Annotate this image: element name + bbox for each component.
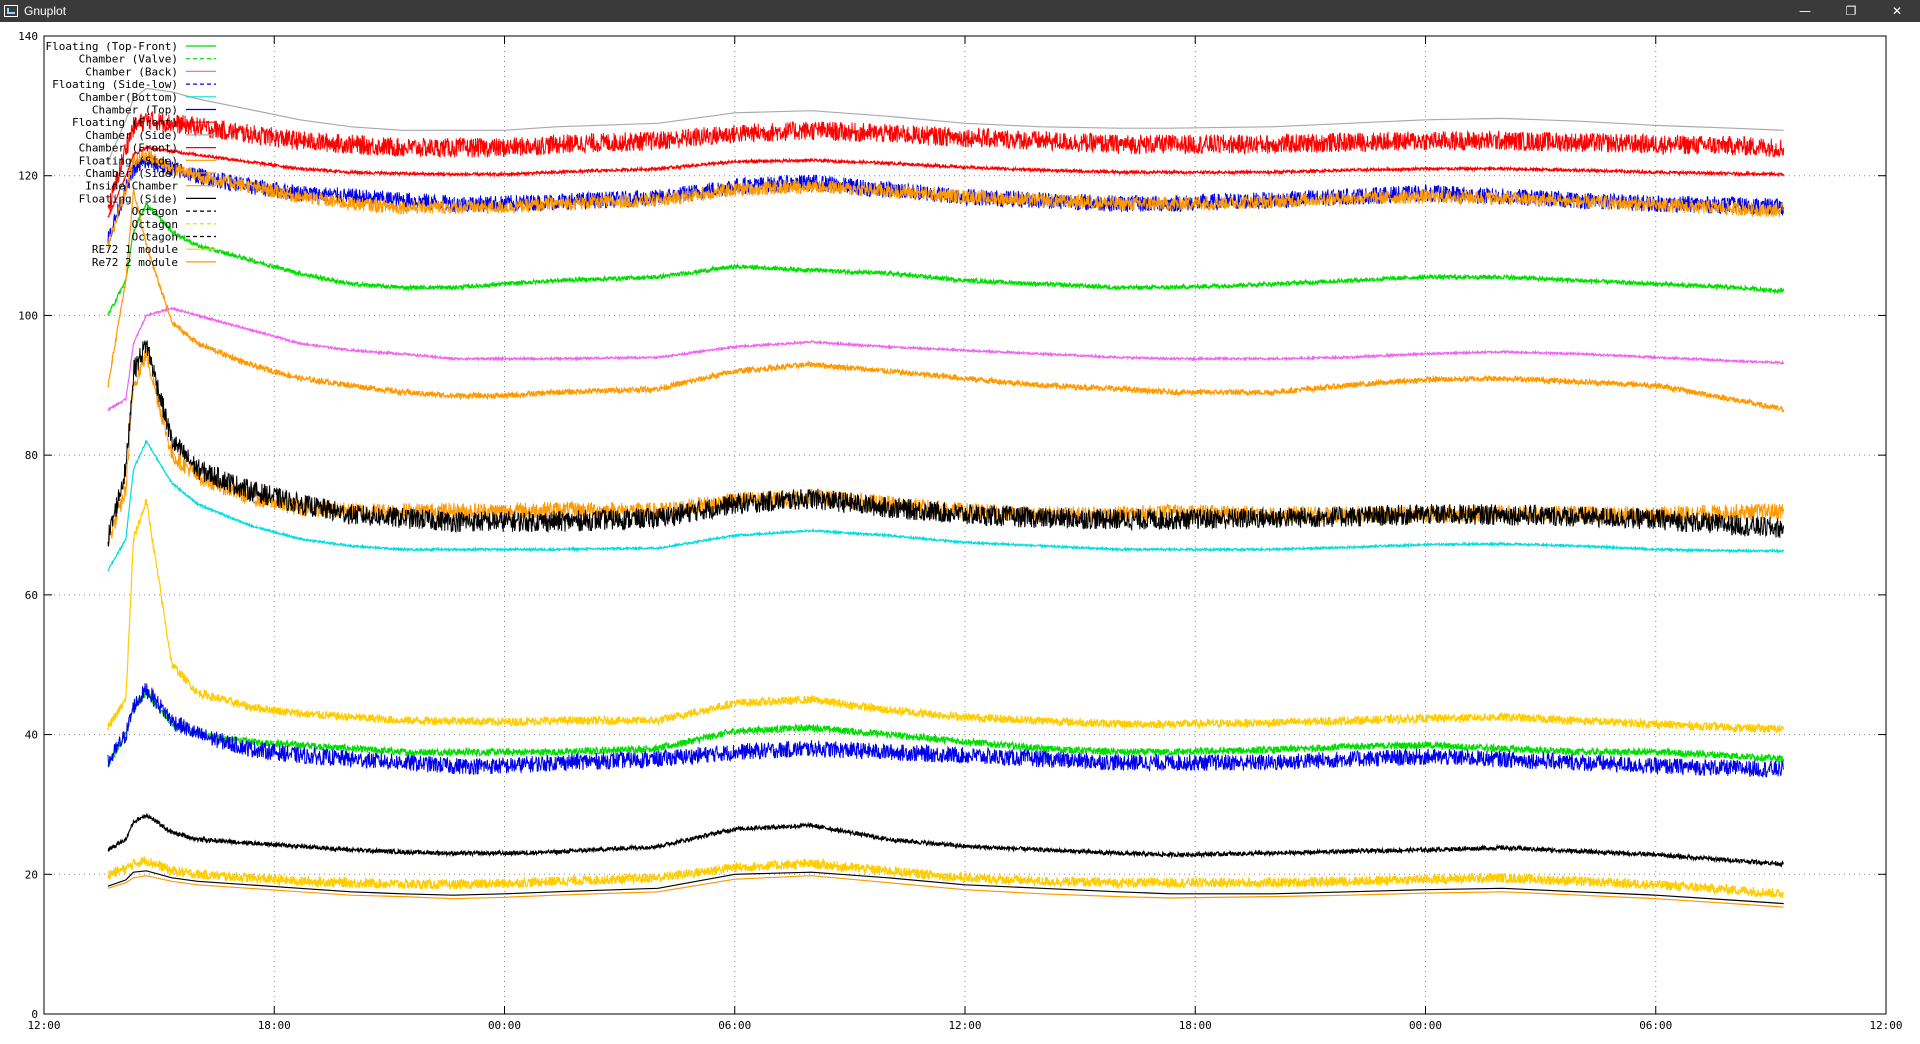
legend-label: Floating (Side) [79,192,178,205]
y-tick-label: 140 [18,30,38,43]
gnuplot-app-icon [4,5,18,17]
y-tick-label: 80 [25,449,38,462]
x-tick-label: 18:00 [258,1019,291,1032]
y-tick-label: 40 [25,729,38,742]
legend-label: Re72 2 module [92,256,178,269]
x-tick-label: 00:00 [1409,1019,1442,1032]
close-button[interactable]: ✕ [1874,0,1920,22]
legend-label: Octagon [132,205,178,218]
legend-label: Floating (Side-low) [52,78,178,91]
x-tick-label: 12:00 [1869,1019,1902,1032]
legend-label: Chamber (Front) [79,142,178,155]
legend-label: RE72 1 module [92,243,178,256]
x-tick-label: 12:00 [27,1019,60,1032]
legend-label: Floating (Side) [79,154,178,167]
minimize-button[interactable]: — [1782,0,1828,22]
series-line-14 [107,498,1785,734]
x-tick-label: 18:00 [1179,1019,1212,1032]
legend-label: Chamber (Side) [85,129,178,142]
y-tick-label: 120 [18,170,38,183]
legend-label: Octagon [132,231,178,244]
legend-label: Chamber (Top) [92,104,178,117]
series-line-13 [107,812,1784,868]
y-tick-label: 60 [25,589,38,602]
series-line-11 [107,188,1785,413]
legend-label: Inside Chamber [85,180,178,193]
series-line-3 [107,683,1785,779]
x-tick-label: 06:00 [1639,1019,1672,1032]
window-title: Gnuplot [24,4,67,18]
y-tick-label: 20 [25,868,38,881]
plot-area[interactable]: 0 20 40 60 80 100 120 140 12:00 18:00 00:00 06:00 12… [0,22,1920,1040]
series-line-12 [107,340,1785,547]
legend-label: Octagon [132,218,178,231]
legend-label: Chamber (Side) [85,167,178,180]
window-titlebar: Gnuplot — ❐ ✕ [0,0,1920,22]
legend-label: Chamber (Valve) [79,53,178,66]
legend-label: Chamber(Bottom) [79,91,178,104]
legend-label: Floating (Front) [72,116,178,129]
series-line-2 [107,306,1785,412]
series-line-1 [107,202,1785,316]
y-tick-label: 100 [18,309,38,322]
legend-label: Floating (Top-Front) [46,40,178,53]
x-tick-label: 12:00 [948,1019,981,1032]
window-controls: — ❐ ✕ [1782,0,1920,22]
x-tick-label: 00:00 [488,1019,521,1032]
legend-label: Chamber (Back) [85,65,178,78]
line-chart[interactable]: 02040608010012014012:00 18:00 00:00 06:00 12… [0,22,1920,1040]
restore-button[interactable]: ❐ [1828,0,1874,22]
x-tick-label: 06:00 [718,1019,751,1032]
